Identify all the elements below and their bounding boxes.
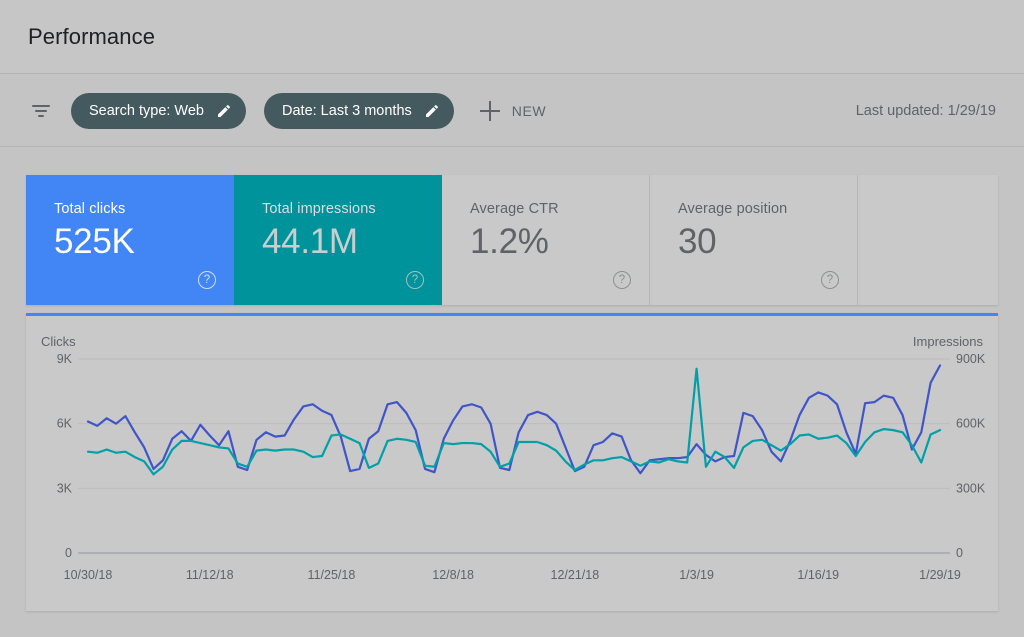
x-axis-tick-label: 1/3/19 [679, 568, 714, 582]
filter-chip-date[interactable]: Date: Last 3 months [264, 93, 454, 129]
x-axis-tick-label: 1/29/19 [919, 568, 961, 582]
metric-cards: Total clicks 525K ? Total impressions 44… [26, 175, 998, 305]
chart-series-impressions [88, 365, 940, 473]
metric-card-placeholder [858, 175, 998, 305]
x-axis-tick-label: 1/16/19 [797, 568, 839, 582]
filter-chip-search-type[interactable]: Search type: Web [71, 93, 246, 129]
filter-icon[interactable] [29, 99, 53, 123]
new-filter-button-label: NEW [512, 103, 546, 119]
x-axis-tick-label: 12/8/18 [432, 568, 474, 582]
x-axis-tick-label: 10/30/18 [64, 568, 113, 582]
filter-chip-search-type-label: Search type: Web [89, 103, 204, 119]
help-circle-icon[interactable]: ? [821, 271, 839, 289]
pencil-icon [424, 103, 440, 119]
filter-toolbar: Search type: Web Date: Last 3 months NEW… [0, 75, 1024, 147]
help-circle-icon[interactable]: ? [198, 271, 216, 289]
right-axis-tick-label: 300K [956, 481, 986, 495]
page-title: Performance [28, 24, 155, 50]
x-axis-tick-label: 11/25/18 [308, 568, 356, 582]
left-axis-tick-label: 9K [57, 352, 73, 366]
plus-icon [480, 101, 500, 121]
left-axis-tick-label: 0 [65, 546, 72, 560]
page-header: Performance [0, 0, 1024, 74]
metric-card-label: Average CTR [470, 201, 649, 217]
x-axis-tick-label: 12/21/18 [551, 568, 600, 582]
right-axis-tick-label: 600K [956, 417, 986, 431]
metric-card-label: Total clicks [54, 201, 234, 217]
right-axis-tick-label: 900K [956, 352, 986, 366]
filter-chip-date-label: Date: Last 3 months [282, 103, 412, 119]
metric-card-total-impressions[interactable]: Total impressions 44.1M ? [234, 175, 442, 305]
last-updated-text: Last updated: 1/29/19 [856, 103, 996, 119]
metric-card-average-ctr[interactable]: Average CTR 1.2% ? [442, 175, 650, 305]
help-circle-icon[interactable]: ? [613, 271, 631, 289]
pencil-icon [216, 103, 232, 119]
metric-card-value: 30 [678, 224, 857, 261]
performance-line-chart[interactable]: 0 0 3K 300K 6K 600K 9K 900K 10/30/18 11/12/18 11/2… [26, 316, 998, 611]
performance-page: Performance Search type: Web Date: Last … [0, 0, 1024, 637]
left-axis-tick-label: 6K [57, 417, 73, 431]
right-axis-tick-label: 0 [956, 546, 963, 560]
new-filter-button[interactable]: NEW [480, 101, 546, 121]
x-axis-tick-label: 11/12/18 [186, 568, 234, 582]
chart-series-clicks [88, 369, 940, 475]
metric-card-label: Total impressions [262, 201, 442, 217]
metric-card-average-position[interactable]: Average position 30 ? [650, 175, 858, 305]
metric-card-total-clicks[interactable]: Total clicks 525K ? [26, 175, 234, 305]
metric-card-value: 1.2% [470, 224, 649, 261]
metric-card-value: 44.1M [262, 224, 442, 261]
metric-card-value: 525K [54, 224, 234, 261]
left-axis-tick-label: 3K [57, 481, 73, 495]
performance-chart-panel: Clicks Impressions 003K300K6K600K9K900K1… [26, 313, 998, 611]
metric-card-label: Average position [678, 201, 857, 217]
help-circle-icon[interactable]: ? [406, 271, 424, 289]
